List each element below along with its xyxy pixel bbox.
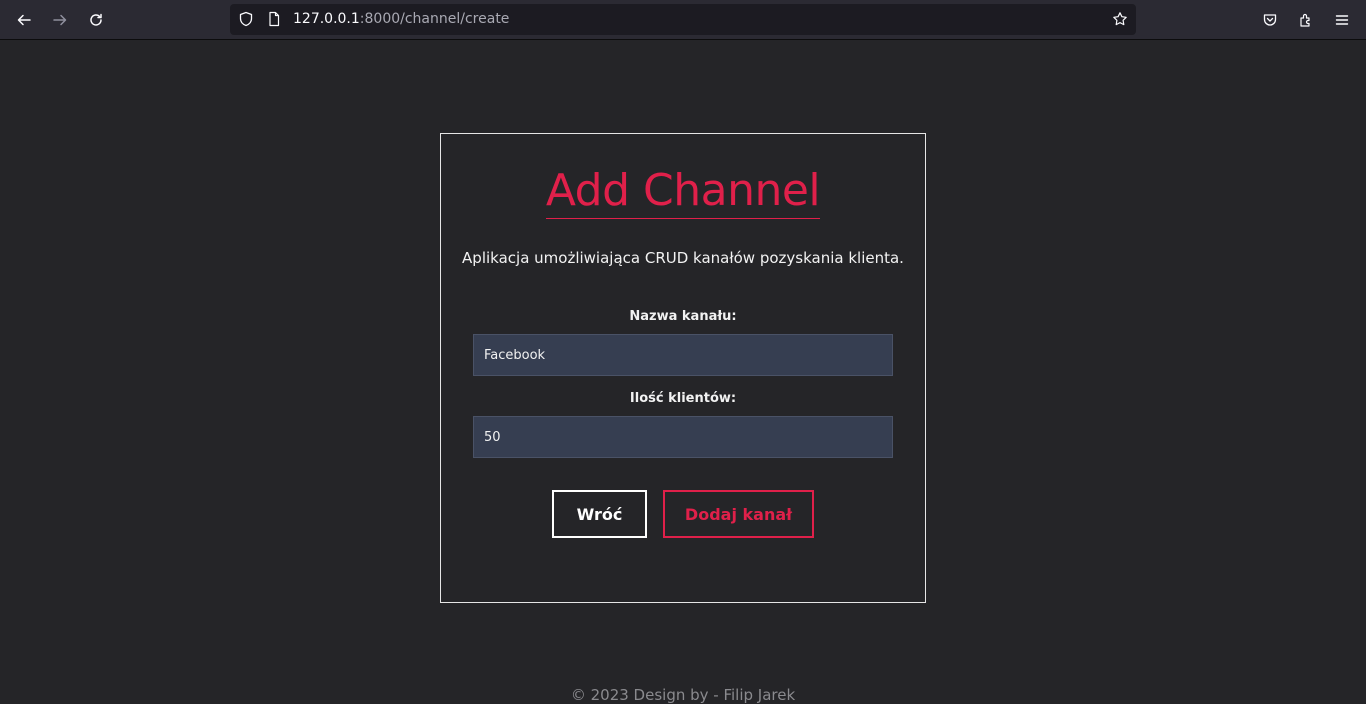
page-subtitle: Aplikacja umożliwiająca CRUD kanałów poz… xyxy=(462,249,904,267)
clients-count-input[interactable]: 50 xyxy=(473,416,893,458)
url-text[interactable]: 127.0.0.1:8000/channel/create xyxy=(293,11,509,28)
shield-icon[interactable] xyxy=(238,11,254,27)
channel-name-label: Nazwa kanału: xyxy=(629,309,737,324)
star-icon[interactable] xyxy=(1112,11,1128,27)
add-channel-button[interactable]: Dodaj kanał xyxy=(663,490,814,538)
page-icon[interactable] xyxy=(266,11,282,27)
clients-count-label: Ilość klientów: xyxy=(629,391,737,406)
footer-credit: © 2023 Design by - Filip Jarek xyxy=(570,686,796,704)
url-path: :8000/channel/create xyxy=(359,11,510,27)
page-title-text: Add Channel xyxy=(545,164,821,219)
reload-icon[interactable] xyxy=(83,7,109,33)
url-bar[interactable]: 127.0.0.1:8000/channel/create xyxy=(230,4,1136,35)
extensions-icon[interactable] xyxy=(1293,7,1319,33)
back-arrow-icon[interactable] xyxy=(11,7,37,33)
url-host: 127.0.0.1 xyxy=(293,11,360,27)
pocket-icon[interactable] xyxy=(1257,7,1283,33)
menu-icon[interactable] xyxy=(1329,7,1355,33)
forward-arrow-icon[interactable] xyxy=(47,7,73,33)
add-channel-card: Add Channel Aplikacja umożliwiająca CRUD… xyxy=(440,133,926,603)
browser-toolbar: 127.0.0.1:8000/channel/create xyxy=(0,0,1366,40)
page-title: Add Channel xyxy=(441,164,925,219)
back-button[interactable]: Wróć xyxy=(552,490,647,538)
channel-name-input[interactable]: Facebook xyxy=(473,334,893,376)
